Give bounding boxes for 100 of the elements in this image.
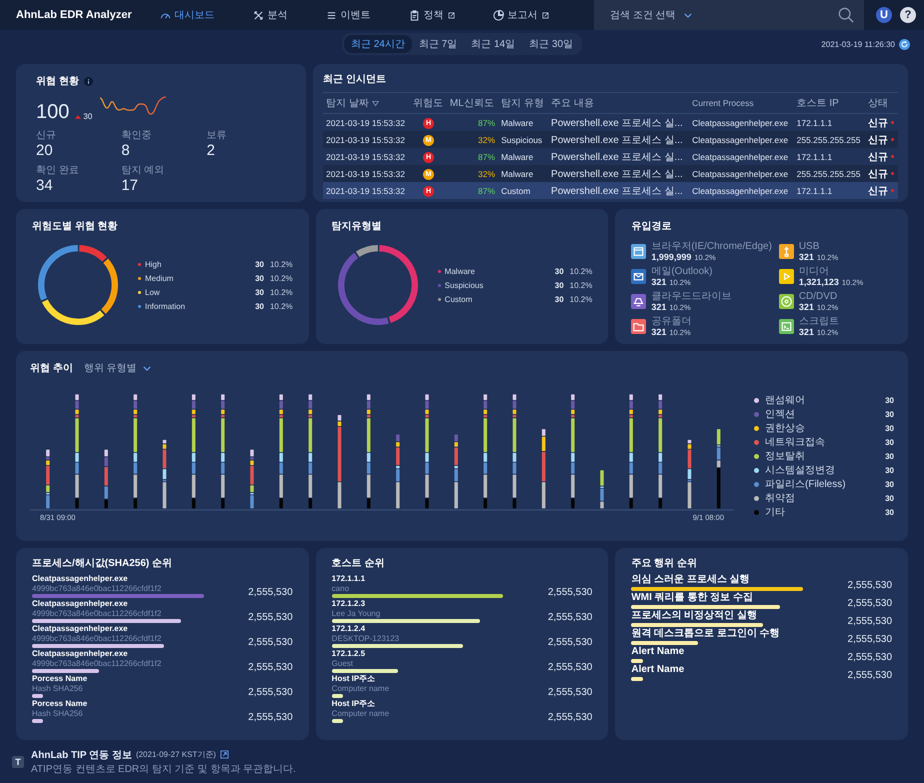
nav-tab[interactable]: 보고서 xyxy=(492,8,549,22)
ranking-name: Host IP주소 xyxy=(332,699,376,709)
column-header[interactable]: 탐지 날짜 xyxy=(323,92,410,114)
inflow-label: 브라우저(IE/Chrome/Edge) xyxy=(651,241,772,252)
search-icon[interactable] xyxy=(838,7,854,23)
card-title: 위협 추이 xyxy=(30,362,73,375)
stacked-bar xyxy=(162,440,166,508)
table-cell: 2021-03-19 15:53:32 xyxy=(323,165,410,182)
table-cell: Powershell.exe 프로세스 실... xyxy=(548,131,690,148)
nav-tab[interactable]: 분석 xyxy=(252,8,288,22)
ranking-detail: Hash SHA256 xyxy=(32,684,84,693)
table-cell: Cleatpassagenhelper.exe xyxy=(689,131,794,148)
ranking-name: 원격 데스크톱으로 로그인이 수행 xyxy=(631,628,781,640)
legend-count: 30 xyxy=(885,494,894,502)
column-header[interactable]: 상태 xyxy=(865,92,898,114)
help-button[interactable]: ? xyxy=(900,7,916,23)
legend-label: 랜섬웨어 xyxy=(765,394,806,406)
status-text: 신규 xyxy=(868,134,888,146)
period-tab[interactable]: 최근 14일 xyxy=(464,35,522,53)
ranking-value: 2,555,530 xyxy=(247,687,293,698)
column-header[interactable]: 탐지 유형 xyxy=(498,92,548,114)
external-link-icon[interactable] xyxy=(220,750,229,759)
nav-tab[interactable]: 대시보드 xyxy=(160,8,215,22)
search-field[interactable]: 검색 조건 선택 xyxy=(594,0,864,30)
table-cell: Custom xyxy=(498,182,548,199)
period-tab[interactable]: 최근 7일 xyxy=(412,35,464,53)
column-header[interactable]: 호스트 IP xyxy=(794,92,866,114)
inflow-count: 321 xyxy=(798,327,814,337)
legend-label: 시스템설정변경 xyxy=(765,464,836,476)
legend-label: Suspicious xyxy=(444,280,484,290)
inflow-label: USB xyxy=(798,241,820,252)
column-header[interactable]: ML신뢰도 xyxy=(446,92,498,114)
legend-count: 30 xyxy=(554,294,564,304)
change-count: 30 xyxy=(83,112,92,121)
ranking-detail: 4999bc763a846e0bac112266cfdf1f2 xyxy=(32,584,162,593)
card-title: 위협 현황 xyxy=(36,75,79,88)
ranking-detail: cano xyxy=(332,584,350,593)
legend-label: 인젝션 xyxy=(765,408,796,420)
column-header[interactable]: 주요 내용 xyxy=(548,92,690,114)
card-title: 위험도별 위협 현황 xyxy=(32,220,119,233)
legend-count: 30 xyxy=(885,396,894,404)
table-cell: Cleatpassagenhelper.exe xyxy=(689,114,794,131)
table-cell: 2021-03-19 15:53:32 xyxy=(323,148,410,165)
filter-dropdown[interactable]: 행위 유형별 xyxy=(84,361,151,375)
column-header[interactable]: 위험도 xyxy=(410,92,447,114)
stacked-bar xyxy=(600,470,604,508)
ranking-detail: 4999bc763a846e0bac112266cfdf1f2 xyxy=(32,659,162,668)
ranking-bar xyxy=(32,694,44,698)
ranking-bar xyxy=(332,694,344,698)
period-tab[interactable]: 최근 24시간 xyxy=(344,35,412,53)
ranking-name: 172.1.2.5 xyxy=(332,649,366,659)
legend-percent: 10.2% xyxy=(570,294,592,304)
inflow-count: 321 xyxy=(651,302,666,312)
ranking-name: 172.1.2.3 xyxy=(332,599,366,609)
inflow-count: 1,321,123 xyxy=(798,277,839,287)
legend-count: 30 xyxy=(885,480,894,488)
inflow-count: 321 xyxy=(651,327,666,337)
refresh-icon[interactable] xyxy=(899,38,910,50)
nav-tab[interactable]: 이벤트 xyxy=(326,8,371,22)
legend-percent: 10.2% xyxy=(570,280,592,290)
ranking-value: 2,555,530 xyxy=(546,637,592,648)
legend-count: 30 xyxy=(554,280,564,290)
table-cell: Malware xyxy=(498,165,548,182)
list-icon xyxy=(326,10,337,20)
ranking-value: 2,555,530 xyxy=(247,637,293,648)
legend-label: High xyxy=(145,260,162,268)
stacked-bar xyxy=(104,450,108,508)
user-avatar[interactable]: U xyxy=(876,7,892,23)
card-title: 최근 인시던트 xyxy=(323,73,387,86)
inflow-count: 1,999,999 xyxy=(651,252,692,262)
external-link-icon xyxy=(542,12,549,18)
up-triangle-icon xyxy=(75,115,82,119)
table-cell: Suspicious xyxy=(498,131,548,148)
legend-label: Custom xyxy=(444,294,474,304)
inflow-count: 321 xyxy=(798,302,814,312)
table-cell: Malware xyxy=(498,114,548,131)
card-title: 주요 행위 순위 xyxy=(631,557,698,570)
legend-percent: 10.2% xyxy=(270,274,293,282)
alert-dot-icon xyxy=(891,121,894,124)
column-header[interactable]: Current Process xyxy=(689,92,794,114)
legend-percent: 10.2% xyxy=(270,260,293,268)
stat-label: 보류 xyxy=(206,129,228,142)
legend-count: 30 xyxy=(885,410,894,418)
alert-dot-icon xyxy=(891,189,894,192)
alert-dot-icon xyxy=(891,138,894,141)
ranking-bar xyxy=(631,641,698,645)
legend-count: 30 xyxy=(885,424,894,432)
ranking-value: 2,555,530 xyxy=(546,712,592,723)
period-tab[interactable]: 최근 30일 xyxy=(522,35,580,53)
legend-count: 30 xyxy=(885,466,894,474)
ranking-detail: Hash SHA256 xyxy=(32,709,84,718)
arrows-icon xyxy=(252,10,264,20)
nav-tab[interactable]: 정책 xyxy=(408,8,455,22)
inflow-label: CD/DVD xyxy=(798,291,838,302)
status-text: 신규 xyxy=(868,150,888,164)
info-icon[interactable] xyxy=(84,76,93,86)
inflow-label: 스크립트 xyxy=(798,316,839,327)
table-cell: 255.255.255.255 xyxy=(794,131,866,148)
legend-label: Medium xyxy=(145,274,174,282)
logo[interactable]: AhnLab EDR Analyzer xyxy=(16,9,132,21)
